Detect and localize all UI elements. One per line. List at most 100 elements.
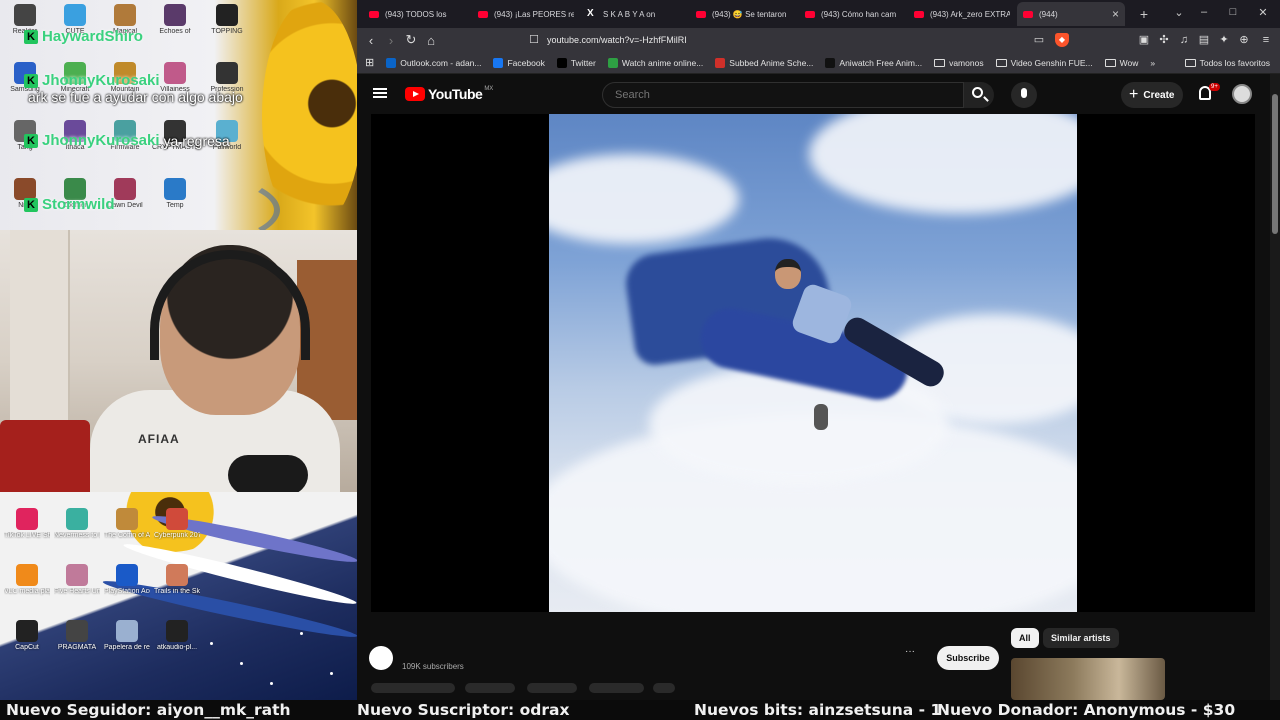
hamburger-menu-icon[interactable]	[373, 88, 387, 98]
bookmark-label: vamonos	[949, 57, 984, 68]
app-icon	[114, 4, 136, 26]
chip-all[interactable]: All	[1011, 628, 1039, 648]
search-button[interactable]	[964, 82, 994, 108]
desktop-icon-bottom[interactable]: VLC media player	[4, 564, 50, 596]
app-icon	[216, 4, 238, 26]
ai-icon[interactable]: ✦	[1217, 33, 1231, 47]
desktop-icon-label: Trails in the Sky 1st C...	[154, 588, 200, 595]
action-pill[interactable]	[527, 683, 577, 693]
more-actions-icon[interactable]: ···	[905, 646, 915, 657]
video-player[interactable]	[371, 114, 1255, 612]
chip-similar-artists[interactable]: Similar artists	[1043, 628, 1119, 648]
subscribe-button[interactable]: Subscribe	[937, 646, 999, 670]
tab[interactable]: X S K A B Y A on	[581, 2, 689, 26]
youtube-logo[interactable]: YouTube MX	[405, 86, 493, 102]
site-favicon-icon	[493, 57, 504, 68]
desktop-icon-bottom[interactable]: Trails in the Sky 1st C...	[154, 564, 200, 596]
desktop-icon-bottom[interactable]: The Coffin of Andy and Le...	[104, 508, 150, 540]
tab[interactable]: (943) 😅 Se tentaron	[690, 2, 798, 26]
music-icon[interactable]: ♫	[1177, 33, 1191, 47]
action-pill[interactable]	[371, 683, 455, 693]
tab[interactable]: (943) ¡Las PEORES re	[472, 2, 580, 26]
desktop-icon-bottom[interactable]: TikTok LIVE Studio	[4, 508, 50, 540]
wallpaper-star	[270, 682, 273, 685]
close-tab-icon[interactable]: ×	[1112, 7, 1119, 21]
create-button[interactable]: + Create	[1121, 82, 1183, 108]
ticker-subscriber: Nuevo Suscriptor: odrax	[357, 701, 570, 719]
channel-avatar[interactable]	[369, 646, 393, 670]
account-avatar[interactable]	[1232, 84, 1252, 104]
bookmark[interactable]: Aniwatch Free Anim...	[825, 57, 922, 68]
search-icon	[972, 87, 983, 98]
reload-icon[interactable]: ↻	[401, 32, 421, 48]
headset	[150, 250, 310, 360]
brave-shield-icon[interactable]: ◆	[1055, 33, 1069, 47]
minimize-button[interactable]: –	[1197, 6, 1211, 18]
all-bookmarks[interactable]: Todos los favoritos	[1184, 58, 1270, 68]
ticker-follower: Nuevo Seguidor: aiyon__mk_rath	[6, 701, 291, 719]
action-pill[interactable]	[589, 683, 644, 693]
tab-list-icon[interactable]: ⌄	[1172, 6, 1186, 19]
bookmark-icon[interactable]: ☐	[527, 33, 541, 47]
tab[interactable]: (943) TODOS los	[363, 2, 471, 26]
action-pill[interactable]	[465, 683, 515, 693]
vpn-icon[interactable]: ⊕	[1237, 33, 1251, 47]
desktop-icon-bottom[interactable]: Papelera de reciclaje	[104, 620, 150, 652]
man-head	[775, 259, 801, 289]
bookmark-folder[interactable]: Video Genshin FUE...	[995, 58, 1093, 68]
desktop-icon-label: Cyberpunk 2077	[154, 532, 200, 539]
stream-overlay: ReaktorSamsungTangNikkCUTEMinecraftIthac…	[0, 0, 357, 700]
apps-icon[interactable]: ⊞	[365, 56, 374, 69]
site-favicon-icon	[715, 57, 726, 68]
bookmark-label: Outlook.com - adan...	[400, 57, 482, 68]
bookmark-label: Subbed Anime Sche...	[729, 57, 814, 68]
search-input[interactable]	[602, 82, 964, 108]
action-pill[interactable]	[653, 683, 675, 693]
page-scrollbar[interactable]	[1270, 74, 1280, 700]
bookmark-folder[interactable]: Wow	[1104, 58, 1138, 68]
new-tab-button[interactable]: +	[1136, 6, 1152, 22]
forward-icon[interactable]: ›	[381, 33, 401, 48]
site-favicon-icon	[386, 57, 397, 68]
site-favicon-icon	[825, 57, 836, 68]
youtube-favicon-icon	[914, 10, 924, 18]
tab-bar: (943) TODOS los (943) ¡Las PEORES re X S K …	[357, 0, 1280, 28]
desktop-icon-bottom[interactable]: Nevermess to Evenness	[54, 508, 100, 540]
bookmark[interactable]: Twitter	[556, 57, 596, 68]
maximize-button[interactable]: □	[1226, 6, 1240, 18]
app-icon	[66, 620, 88, 642]
bookmarks-overflow[interactable]: »	[1150, 58, 1155, 68]
tab[interactable]: (943) Cómo han cam	[799, 2, 907, 26]
desktop-icon-bottom[interactable]: PRAGMATA	[54, 620, 100, 652]
back-icon[interactable]: ‹	[361, 33, 381, 48]
desktop-icon-bottom[interactable]: CapCut	[4, 620, 50, 652]
tab-active[interactable]: (944) ×	[1017, 2, 1125, 26]
recommended-thumbnail[interactable]	[1011, 658, 1165, 700]
close-window-button[interactable]: ✕	[1256, 6, 1270, 19]
bookmark-folder[interactable]: vamonos	[934, 58, 984, 68]
menu-icon[interactable]: ≡	[1259, 33, 1273, 47]
desktop-icon-bottom[interactable]: atkaudio-pl...	[154, 620, 200, 652]
wallet-icon[interactable]: ▤	[1197, 33, 1211, 47]
voice-search-button[interactable]	[1011, 82, 1037, 108]
video-frame[interactable]	[549, 114, 1077, 612]
bookmark[interactable]: Subbed Anime Sche...	[715, 57, 814, 68]
scrollbar-thumb[interactable]	[1272, 94, 1278, 234]
bookmark[interactable]: Watch anime online...	[607, 57, 703, 68]
desktop-icon-label: Papelera de reciclaje	[104, 644, 150, 651]
desktop-icon-bottom[interactable]: PlayStation Accessories	[104, 564, 150, 596]
cast-icon[interactable]: ▭	[1032, 33, 1046, 47]
bookmark[interactable]: Outlook.com - adan...	[386, 57, 482, 68]
puzzle-icon[interactable]: ✣	[1157, 33, 1171, 47]
chat-message: K JhonnyKurosaki ya regresa	[24, 132, 274, 149]
plus-icon: +	[1129, 86, 1139, 103]
desktop-icon-bottom[interactable]: Cyberpunk 2077	[154, 508, 200, 540]
app-icon	[16, 564, 38, 586]
home-icon[interactable]: ⌂	[421, 33, 441, 48]
bookmark[interactable]: Facebook	[493, 57, 545, 68]
desktop-icon-bottom[interactable]: Five Hearts Under O...	[54, 564, 100, 596]
extension-icon[interactable]: ▣	[1137, 33, 1151, 47]
address-bar[interactable]: ☐ youtube.com/watch?v=-HzhfFMilRI ▭ ◆	[527, 31, 1069, 49]
tab[interactable]: (943) Ark_zero EXTRA	[908, 2, 1016, 26]
screen: ReaktorSamsungTangNikkCUTEMinecraftIthac…	[0, 0, 1280, 720]
